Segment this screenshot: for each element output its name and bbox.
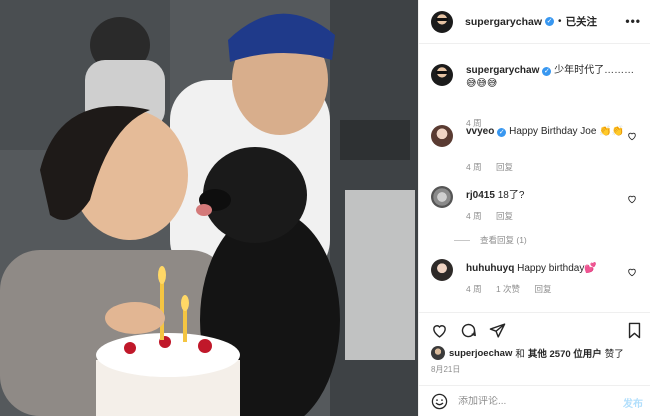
comment-time[interactable]: 4 周: [466, 284, 482, 294]
comment-icon[interactable]: [460, 322, 477, 339]
comment-avatar[interactable]: [431, 125, 453, 147]
bookmark-icon[interactable]: [626, 322, 643, 339]
verified-icon: ✓: [545, 17, 555, 26]
comment-username[interactable]: rj0415: [466, 190, 495, 201]
follow-status-button[interactable]: 已关注: [566, 14, 598, 29]
comment-item: vvyeo ✓ Happy Birthday Joe 👏👏 4 周 回复: [431, 125, 641, 175]
caption-item: supergarychaw ✓ 少年时代了………😅😅😅 4 周: [431, 64, 641, 128]
caption-username[interactable]: supergarychaw: [466, 65, 539, 76]
caption-body: supergarychaw ✓ 少年时代了………😅😅😅: [466, 64, 636, 90]
comment-username[interactable]: huhuhuyq: [466, 263, 514, 274]
comment-compose: 发布: [419, 385, 650, 416]
comment-likes[interactable]: 1 次赞: [496, 284, 520, 294]
comment-meta: 4 周 回复: [466, 161, 525, 173]
comment-text: Happy Birthday Joe 👏👏: [509, 126, 625, 137]
liker-username[interactable]: superjoechaw: [449, 348, 512, 359]
heart-icon[interactable]: [627, 267, 637, 277]
comment-text: 18了?: [497, 190, 525, 201]
post-comment-button[interactable]: 发布: [623, 395, 643, 410]
likes-suffix: 赞了: [604, 349, 624, 360]
more-options-icon[interactable]: •••: [625, 14, 641, 28]
comment-text: Happy birthday💕: [517, 263, 597, 274]
heart-icon[interactable]: [627, 194, 637, 204]
comment-body: vvyeo ✓ Happy Birthday Joe 👏👏: [466, 125, 636, 138]
heart-icon[interactable]: [627, 131, 637, 141]
comment-reply-button[interactable]: 回复: [496, 211, 513, 221]
verified-icon: ✓: [497, 128, 507, 137]
post-image-illustration: [0, 0, 418, 416]
comment-time[interactable]: 4 周: [466, 211, 482, 221]
separator-dot: •: [558, 16, 562, 27]
verified-icon: ✓: [542, 67, 552, 76]
view-replies-label[interactable]: 查看回复 (1): [480, 234, 527, 246]
view-replies-button[interactable]: 查看回复 (1): [454, 234, 527, 246]
likes-summary: superjoechaw 和 其他 2570 位用户 赞了: [431, 346, 624, 360]
replies-line: [454, 239, 470, 241]
comment-avatar[interactable]: [431, 259, 453, 281]
comment-item: huhuhuyq Happy birthday💕 4 周 1 次赞 回复: [431, 259, 641, 309]
comment-meta: 4 周 1 次赞 回复: [466, 283, 563, 295]
post-date[interactable]: 8月21日: [431, 364, 460, 375]
comment-username[interactable]: vvyeo: [466, 126, 494, 137]
comment-time[interactable]: 4 周: [466, 162, 482, 172]
comment-item: rj0415 18了? 4 周 回复: [431, 186, 641, 236]
heart-icon[interactable]: [431, 322, 448, 339]
comment-body: huhuhuyq Happy birthday💕: [466, 262, 636, 275]
comment-reply-button[interactable]: 回复: [496, 162, 513, 172]
likes-count[interactable]: 其他 2570 位用户: [528, 346, 602, 360]
action-icons: [431, 322, 506, 339]
post-detail-panel: supergarychaw ✓ • 已关注 ••• supergarychaw ✓…: [418, 0, 650, 416]
share-icon[interactable]: [489, 322, 506, 339]
liker-avatar[interactable]: [431, 346, 445, 360]
post-photo[interactable]: [0, 0, 418, 416]
comments-list[interactable]: supergarychaw ✓ 少年时代了………😅😅😅 4 周 vvyeo ✓ Ha…: [419, 45, 650, 311]
comment-reply-button[interactable]: 回复: [534, 284, 551, 294]
caption-avatar[interactable]: [431, 64, 453, 86]
comment-body: rj0415 18了?: [466, 189, 636, 202]
comment-meta: 4 周 回复: [466, 210, 525, 222]
comment-avatar[interactable]: [431, 186, 453, 208]
author-username[interactable]: supergarychaw: [465, 16, 542, 28]
likes-connector: 和: [515, 349, 525, 360]
post-header: supergarychaw ✓ • 已关注 •••: [419, 0, 650, 44]
post-actions: superjoechaw 和 其他 2570 位用户 赞了 8月21日 发布: [419, 312, 650, 416]
author-avatar[interactable]: [431, 10, 453, 33]
comment-input[interactable]: [458, 396, 608, 407]
emoji-icon[interactable]: [431, 393, 448, 410]
